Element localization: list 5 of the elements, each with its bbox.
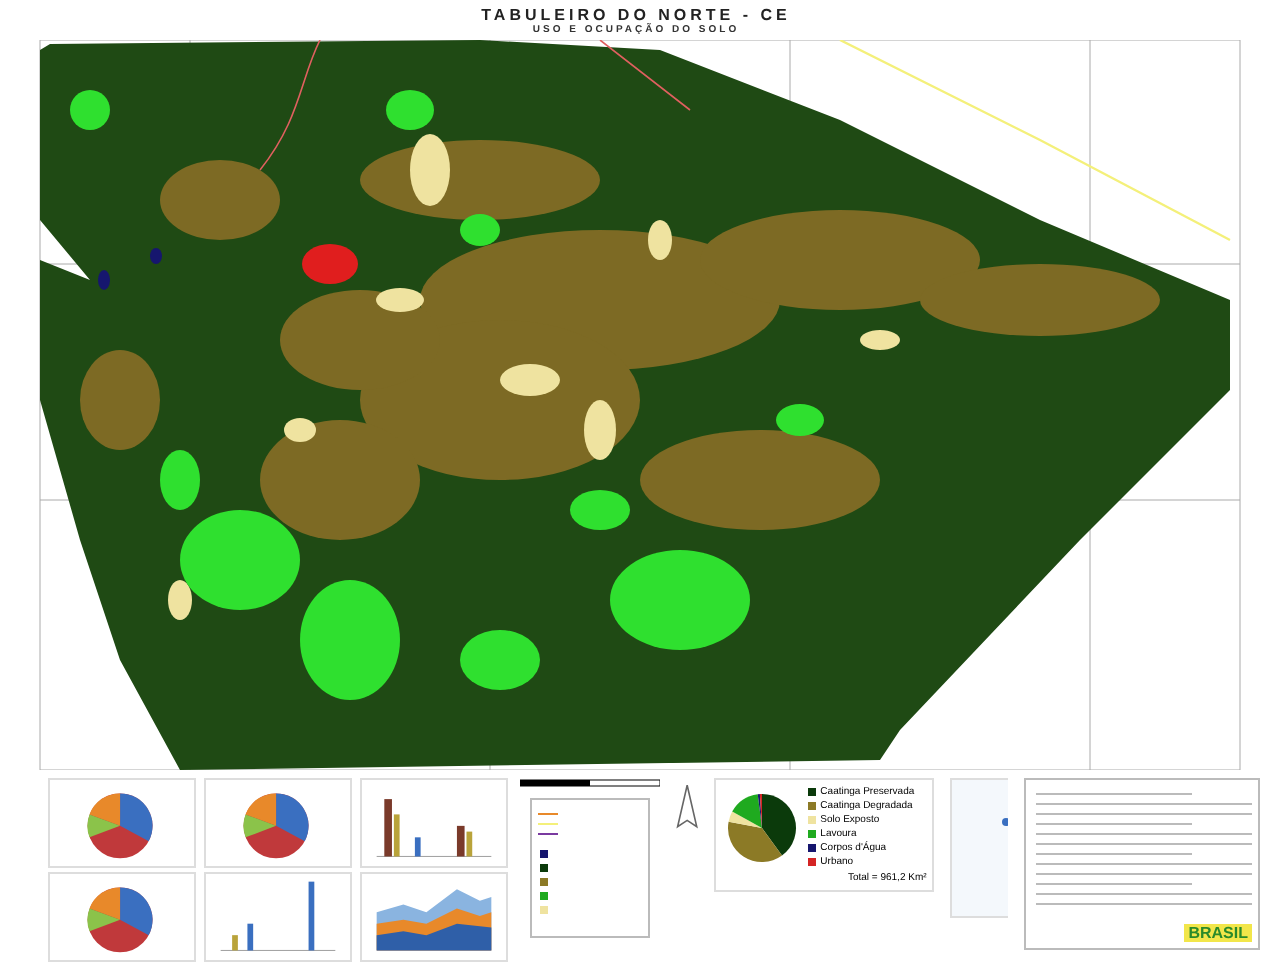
inset-map-drawing [950, 778, 1008, 918]
map-legend-drawing [530, 798, 650, 938]
brasil-logo: BRASIL [1184, 924, 1252, 942]
scale-bar-drawing [520, 778, 660, 790]
map-title: TABULEIRO DO NORTE - CE [481, 5, 791, 23]
